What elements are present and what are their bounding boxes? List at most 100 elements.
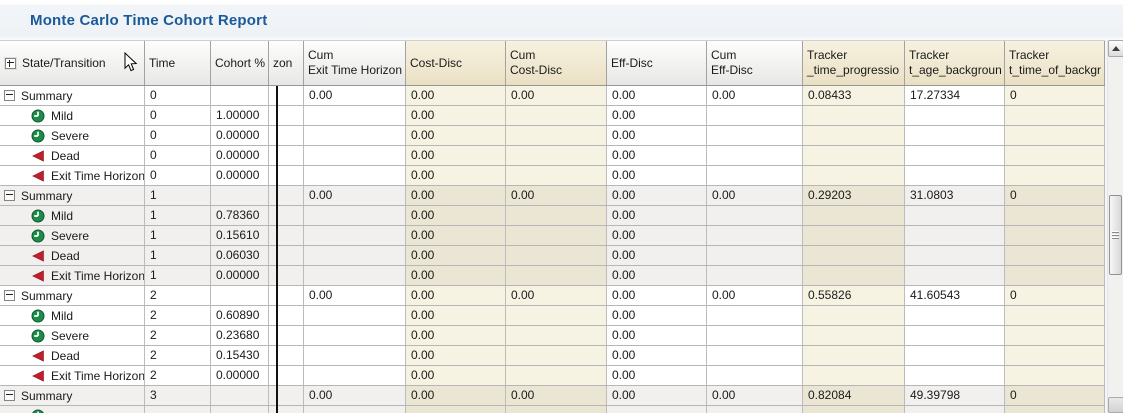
- cell-trk1: [803, 306, 905, 325]
- cell-st: Severe: [0, 326, 145, 345]
- cell-trk3: 0: [1005, 386, 1105, 405]
- cell-cohort: 0.60890: [211, 306, 269, 325]
- cell-time: 0: [145, 146, 211, 165]
- column-header-trk2[interactable]: Tracker t_age_backgroun: [905, 41, 1005, 85]
- scrollbar-down-button[interactable]: [1108, 397, 1123, 413]
- collapse-row-icon[interactable]: [4, 390, 15, 401]
- detail-row[interactable]: Mild 1 0.78360 0.00 0.00: [0, 206, 1105, 226]
- cell-cum_cost: 0.00: [506, 186, 607, 205]
- cell-cum_eth: [304, 406, 406, 413]
- page-title: Monte Carlo Time Cohort Report: [30, 12, 268, 29]
- cell-time: 1: [145, 206, 211, 225]
- cell-st: Summary: [0, 186, 145, 205]
- cell-cum_eff: 0.00: [707, 286, 803, 305]
- cohort-report-grid: State/Transition Time Cohort % zon Cum Exit …: [0, 40, 1105, 413]
- cell-zon: [269, 106, 304, 125]
- cell-cohort: [211, 286, 269, 305]
- cell-trk3: [1005, 366, 1105, 385]
- cell-cohort: 0.23680: [211, 326, 269, 345]
- cell-cum_cost: [506, 266, 607, 285]
- detail-row[interactable]: Severe 2 0.23680 0.00 0.00: [0, 326, 1105, 346]
- state-clock-icon: [31, 229, 45, 243]
- cell-cohort: 0.15430: [211, 346, 269, 365]
- cell-trk3: [1005, 326, 1105, 345]
- cell-zon: [269, 146, 304, 165]
- cell-trk1: 0.55826: [803, 286, 905, 305]
- detail-row[interactable]: [0, 406, 1105, 413]
- column-header-cum_cost[interactable]: Cum Cost-Disc: [506, 41, 607, 85]
- cell-eff: [607, 406, 707, 413]
- cell-trk2: 31.0803: [905, 186, 1005, 205]
- cell-cum_eff: [707, 146, 803, 165]
- column-header-label: zon: [273, 55, 293, 70]
- cell-trk1: [803, 206, 905, 225]
- row-label: Exit Time Horizon: [51, 368, 145, 383]
- cell-cohort: 0.00000: [211, 266, 269, 285]
- cell-st: Severe: [0, 226, 145, 245]
- column-header-zon[interactable]: zon: [269, 41, 304, 85]
- collapse-row-icon[interactable]: [4, 90, 15, 101]
- state-clock-icon: [31, 329, 45, 343]
- grid-body: Summary 0 0.00 0.00 0.00 0.00 0.00 0.08433 17.27…: [0, 86, 1105, 413]
- detail-row[interactable]: Dead 0 0.00000 0.00 0.00: [0, 146, 1105, 166]
- cell-trk2: [905, 106, 1005, 125]
- cell-trk3: 0: [1005, 186, 1105, 205]
- cell-st: Mild: [0, 206, 145, 225]
- detail-row[interactable]: Exit Time Horizon 2 0.00000 0.00 0.00: [0, 366, 1105, 386]
- column-header-trk1[interactable]: Tracker _time_progressio: [803, 41, 905, 85]
- cell-st: Dead: [0, 346, 145, 365]
- cell-cohort: 0.15610: [211, 226, 269, 245]
- expand-all-icon[interactable]: [5, 57, 16, 69]
- cell-eff: 0.00: [607, 226, 707, 245]
- column-header-label: Time: [149, 55, 176, 70]
- detail-row[interactable]: Dead 1 0.06030 0.00 0.00: [0, 246, 1105, 266]
- cell-zon: [269, 326, 304, 345]
- cell-zon: [269, 286, 304, 305]
- cell-zon: [269, 126, 304, 145]
- cell-eff: 0.00: [607, 146, 707, 165]
- summary-row[interactable]: Summary 0 0.00 0.00 0.00 0.00 0.00 0.08433 17.27…: [0, 86, 1105, 106]
- column-header-cum_eff[interactable]: Cum Eff-Disc: [707, 41, 803, 85]
- column-header-time[interactable]: Time: [145, 41, 211, 85]
- cell-trk1: 0.82084: [803, 386, 905, 405]
- cell-time: 2: [145, 286, 211, 305]
- detail-row[interactable]: Dead 2 0.15430 0.00 0.00: [0, 346, 1105, 366]
- column-header-cost[interactable]: Cost-Disc: [406, 41, 506, 85]
- summary-row[interactable]: Summary 3 0.00 0.00 0.00 0.00 0.00 0.82084 49.39…: [0, 386, 1105, 406]
- detail-row[interactable]: Mild 0 1.00000 0.00 0.00: [0, 106, 1105, 126]
- vertical-scrollbar[interactable]: [1107, 40, 1123, 413]
- column-header-cohort[interactable]: Cohort %: [211, 41, 269, 85]
- cell-cost: 0.00: [406, 206, 506, 225]
- detail-row[interactable]: Exit Time Horizon 1 0.00000 0.00 0.00: [0, 266, 1105, 286]
- scrollbar-up-button[interactable]: [1108, 40, 1123, 57]
- detail-row[interactable]: Mild 2 0.60890 0.00 0.00: [0, 306, 1105, 326]
- cell-time: 2: [145, 326, 211, 345]
- cell-trk3: [1005, 226, 1105, 245]
- column-header-label: Tracker t_age_backgroun: [909, 48, 1002, 77]
- collapse-row-icon[interactable]: [4, 290, 15, 301]
- cell-cum_eff: [707, 306, 803, 325]
- cell-cost: 0.00: [406, 86, 506, 105]
- cell-trk2: [905, 246, 1005, 265]
- column-header-eff[interactable]: Eff-Disc: [607, 41, 707, 85]
- summary-row[interactable]: Summary 2 0.00 0.00 0.00 0.00 0.00 0.55826 41.60…: [0, 286, 1105, 306]
- scrollbar-thumb[interactable]: [1109, 195, 1122, 275]
- column-header-trk3[interactable]: Tracker t_time_of_backgr: [1005, 41, 1105, 85]
- detail-row[interactable]: Severe 1 0.15610 0.00 0.00: [0, 226, 1105, 246]
- summary-row[interactable]: Summary 1 0.00 0.00 0.00 0.00 0.00 0.29203 31.08…: [0, 186, 1105, 206]
- cell-eff: 0.00: [607, 386, 707, 405]
- cell-time: 2: [145, 346, 211, 365]
- detail-row[interactable]: Severe 0 0.00000 0.00 0.00: [0, 126, 1105, 146]
- column-header-cum_eth[interactable]: Cum Exit Time Horizon: [304, 41, 406, 85]
- collapse-row-icon[interactable]: [4, 190, 15, 201]
- cell-cohort: 0.06030: [211, 246, 269, 265]
- cell-trk1: [803, 166, 905, 185]
- cell-trk1: 0.08433: [803, 86, 905, 105]
- cell-cost: 0.00: [406, 346, 506, 365]
- cell-time: 2: [145, 306, 211, 325]
- cell-cum_eth: [304, 146, 406, 165]
- cell-trk1: [803, 366, 905, 385]
- detail-row[interactable]: Exit Time Horizon 0 0.00000 0.00 0.00: [0, 166, 1105, 186]
- cell-trk3: [1005, 126, 1105, 145]
- cell-trk3: [1005, 206, 1105, 225]
